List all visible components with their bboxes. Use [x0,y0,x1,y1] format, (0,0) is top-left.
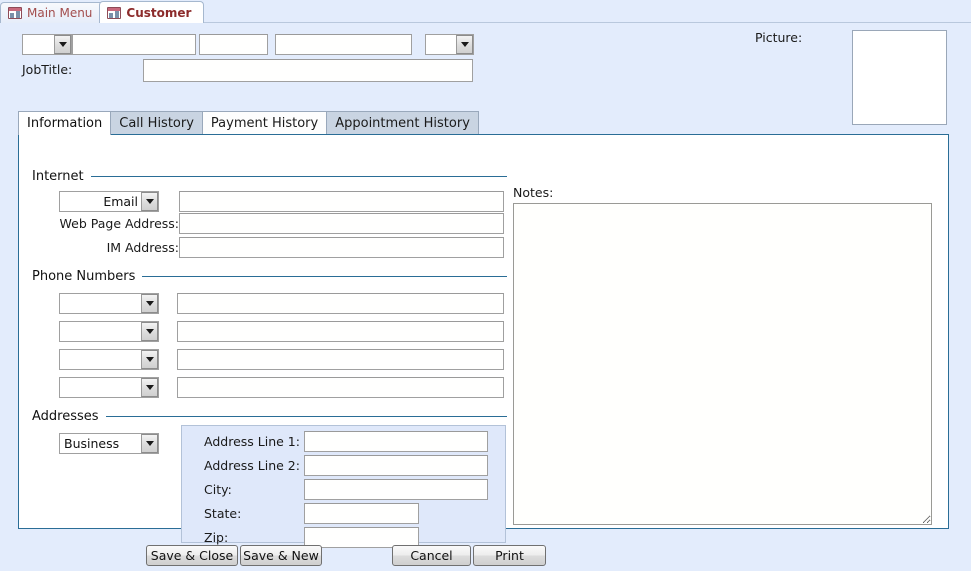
phone-numbers-group-header: Phone Numbers [32,269,507,284]
address-type-combo-value: Business [60,436,141,451]
picture-label: Picture: [755,30,802,46]
chevron-down-icon[interactable] [456,35,473,54]
suffix-combo[interactable] [425,34,474,55]
chevron-down-icon[interactable] [141,192,158,211]
tab-appointment-history[interactable]: Appointment History [326,111,479,135]
button-label: Cancel [410,548,452,563]
address-line-1-label: Address Line 1: [204,434,300,450]
chevron-down-icon[interactable] [141,294,158,313]
email-type-combo[interactable]: Email [59,191,159,212]
detail-tab-strip: Information Call History Payment History… [18,111,478,135]
last-name-input[interactable] [275,34,412,55]
document-tab-customer[interactable]: Customer [99,1,204,23]
zip-label: Zip: [204,530,228,546]
form-icon [8,7,22,19]
group-rule [91,176,507,177]
tab-label: Appointment History [335,116,470,131]
tab-label: Payment History [211,116,318,131]
chevron-down-icon[interactable] [141,378,158,397]
chevron-down-icon[interactable] [141,350,158,369]
customer-form-window: Main Menu Customer JobTitle: Picture: In… [0,0,971,571]
phone-number-input-2[interactable] [177,321,504,342]
form-icon [107,7,121,19]
save-and-new-button[interactable]: Save & New [240,545,322,566]
address-type-combo[interactable]: Business [59,433,159,454]
phone-number-input-3[interactable] [177,349,504,370]
detail-tab-control: Information Call History Payment History… [18,111,949,529]
notes-label: Notes: [513,185,553,201]
document-tab-main-menu[interactable]: Main Menu [0,2,105,23]
address-line-1-input[interactable] [304,431,488,452]
phone-number-input-4[interactable] [177,377,504,398]
jobtitle-label: JobTitle: [22,62,72,78]
group-rule [142,276,507,277]
document-tab-bar: Main Menu Customer [0,0,971,23]
internet-group-header: Internet [32,169,507,184]
document-tab-label: Customer [126,6,191,20]
title-combo[interactable] [22,34,72,55]
button-label: Save & New [243,548,319,563]
print-button[interactable]: Print [473,545,546,566]
address-detail-panel: Address Line 1: Address Line 2: City: St… [181,425,506,543]
web-page-address-label: Web Page Address: [29,216,179,232]
address-line-2-input[interactable] [304,455,488,476]
tab-label: Call History [119,116,194,131]
address-line-2-label: Address Line 2: [204,458,300,474]
group-rule [106,416,507,417]
state-input[interactable] [304,503,419,524]
city-input[interactable] [304,479,488,500]
internet-group-label: Internet [32,169,84,184]
web-page-address-input[interactable] [179,213,504,234]
first-name-input[interactable] [72,34,196,55]
tab-label: Information [27,116,102,131]
button-label: Save & Close [151,548,233,563]
phone-type-combo-1[interactable] [59,293,159,314]
addresses-group-label: Addresses [32,409,99,424]
notes-textarea[interactable] [513,203,932,525]
email-address-input[interactable] [179,191,504,212]
im-address-input[interactable] [179,237,504,258]
information-panel: Internet Email Web Page Address: IM Addr… [18,134,949,529]
jobtitle-input[interactable] [143,59,473,82]
button-label: Print [495,548,524,563]
phone-type-combo-3[interactable] [59,349,159,370]
phone-numbers-group-label: Phone Numbers [32,269,135,284]
tab-payment-history[interactable]: Payment History [202,111,327,135]
tab-call-history[interactable]: Call History [110,111,203,135]
tab-information[interactable]: Information [18,111,111,135]
cancel-button[interactable]: Cancel [392,545,471,566]
im-address-label: IM Address: [29,240,179,256]
chevron-down-icon[interactable] [141,322,158,341]
phone-number-input-1[interactable] [177,293,504,314]
phone-type-combo-2[interactable] [59,321,159,342]
save-and-close-button[interactable]: Save & Close [146,545,238,566]
phone-type-combo-4[interactable] [59,377,159,398]
state-label: State: [204,506,241,522]
chevron-down-icon[interactable] [54,35,71,54]
city-label: City: [204,482,232,498]
chevron-down-icon[interactable] [141,434,158,453]
email-type-combo-value: Email [60,194,141,209]
addresses-group-header: Addresses [32,409,507,424]
middle-name-input[interactable] [199,34,268,55]
document-tab-label: Main Menu [27,6,92,20]
